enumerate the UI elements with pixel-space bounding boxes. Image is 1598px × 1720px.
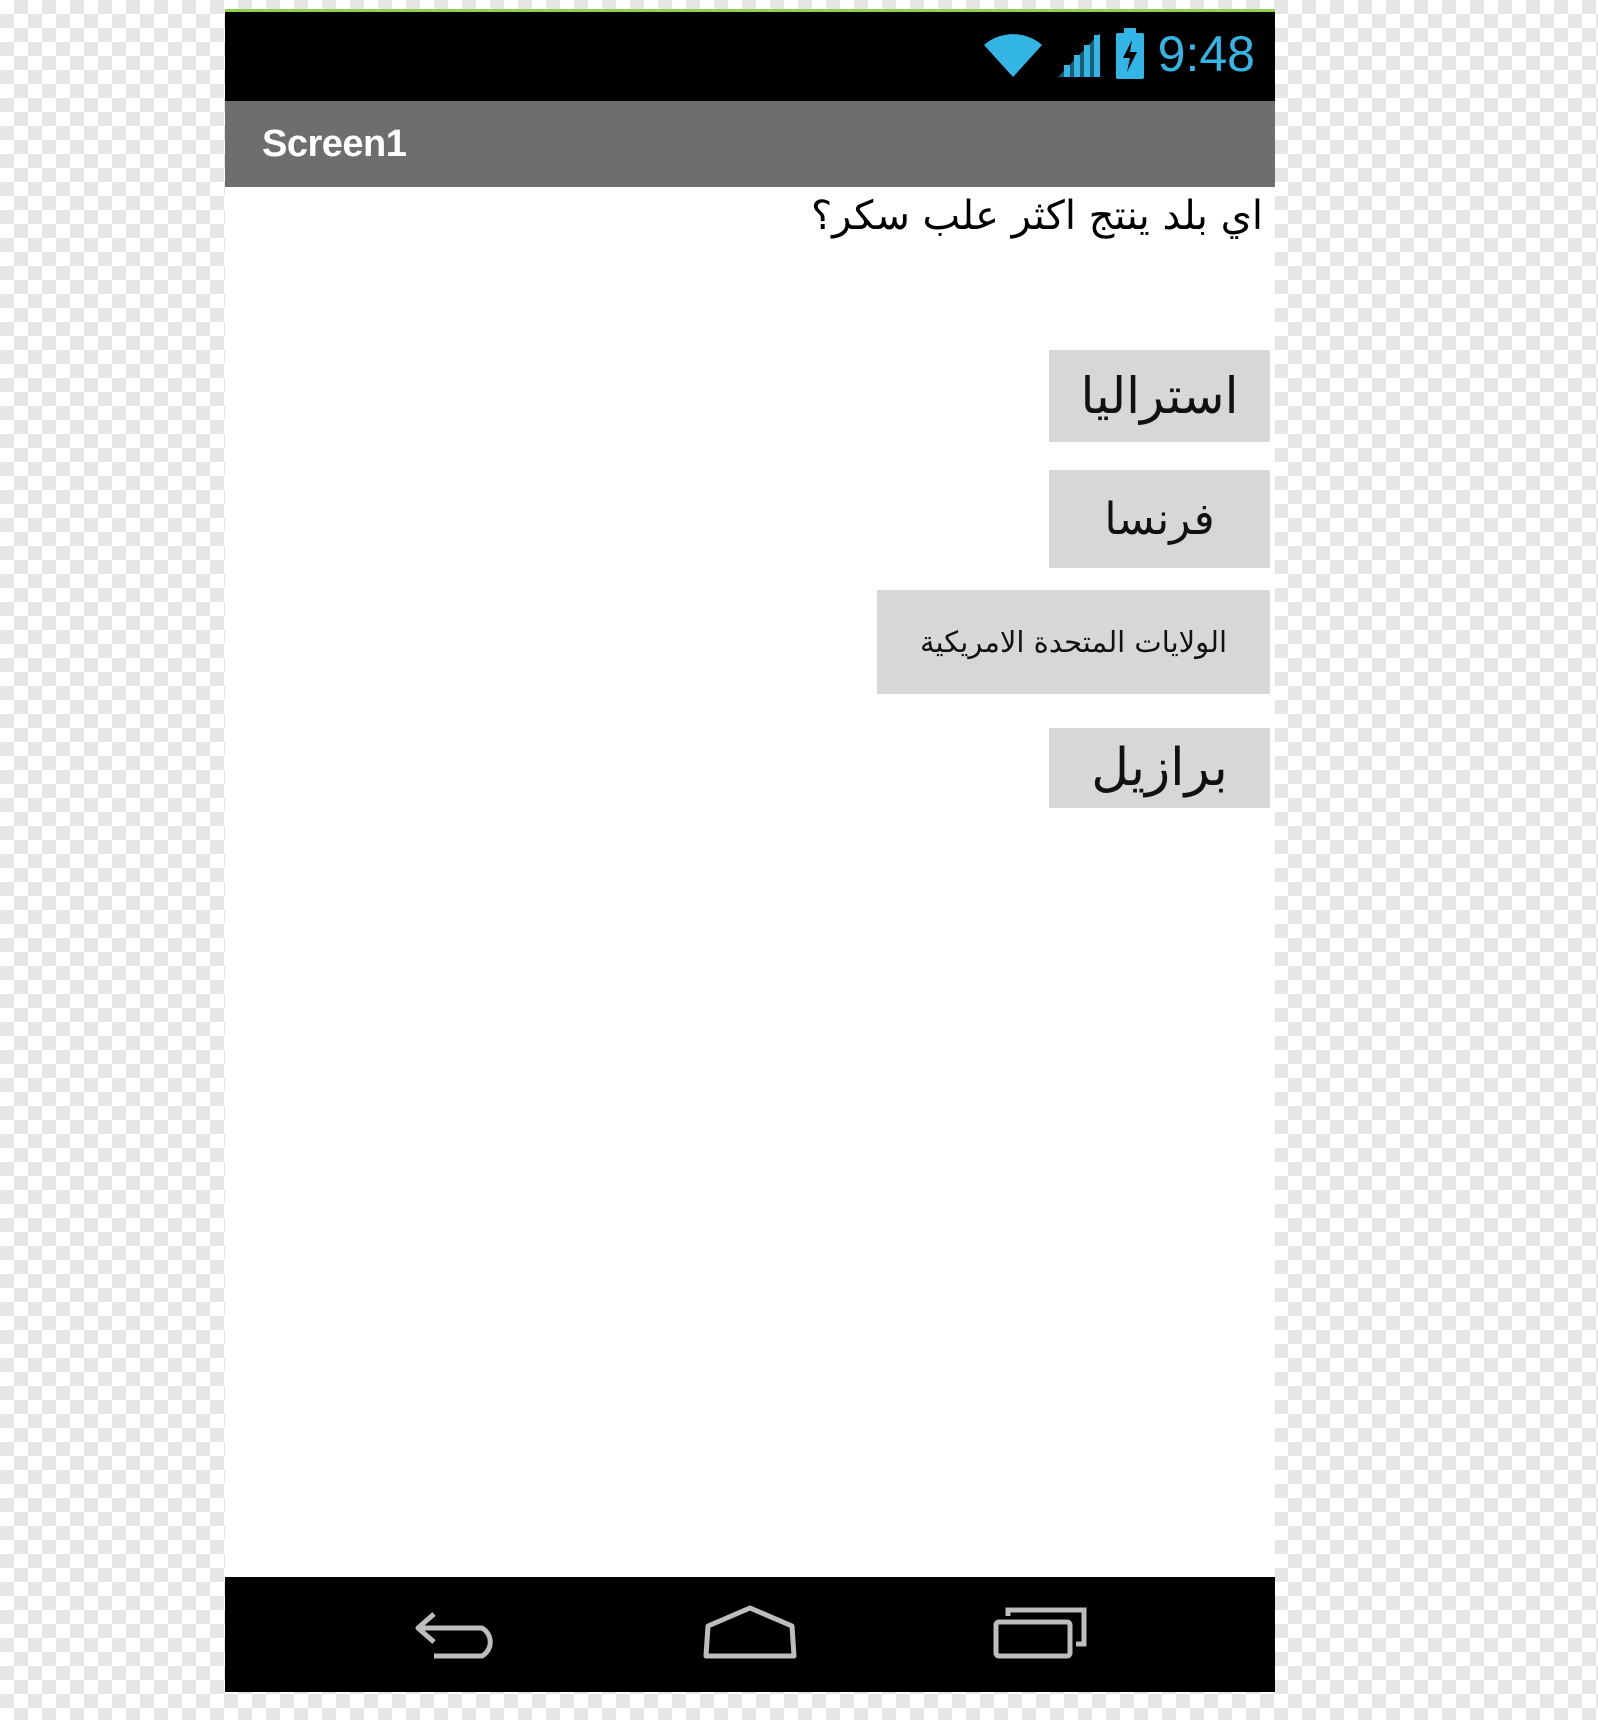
- quiz-content: اي بلد ينتج اكثر علب سكر؟ استراليا فرنسا…: [225, 187, 1275, 1577]
- status-icons: 9:48: [982, 24, 1255, 84]
- answer-button-usa[interactable]: الولايات المتحدة الامريكية: [877, 590, 1270, 694]
- back-icon: [415, 1612, 493, 1659]
- status-time: 9:48: [1157, 26, 1255, 82]
- status-bar: 9:48: [225, 9, 1275, 101]
- action-bar: Screen1: [225, 101, 1275, 187]
- answer-button-france[interactable]: فرنسا: [1049, 470, 1270, 568]
- recent-apps-icon: [993, 1607, 1087, 1659]
- answer-button-australia[interactable]: استراليا: [1049, 350, 1270, 442]
- navigation-bar: [225, 1577, 1275, 1692]
- battery-charging-icon: [1115, 28, 1144, 79]
- answer-button-brazil[interactable]: برازيل: [1049, 728, 1270, 808]
- question-label: اي بلد ينتج اكثر علب سكر؟: [810, 193, 1263, 239]
- cell-signal-icon: [1057, 33, 1100, 77]
- home-button[interactable]: [695, 1597, 805, 1667]
- phone-screen: 9:48 Screen1 اي بلد ينتج اكثر علب سكر؟ ا…: [225, 9, 1275, 1692]
- screen-title: Screen1: [262, 123, 407, 165]
- wifi-icon: [983, 34, 1042, 77]
- home-icon: [703, 1605, 797, 1659]
- recent-apps-button[interactable]: [985, 1597, 1095, 1667]
- back-button[interactable]: [405, 1597, 515, 1667]
